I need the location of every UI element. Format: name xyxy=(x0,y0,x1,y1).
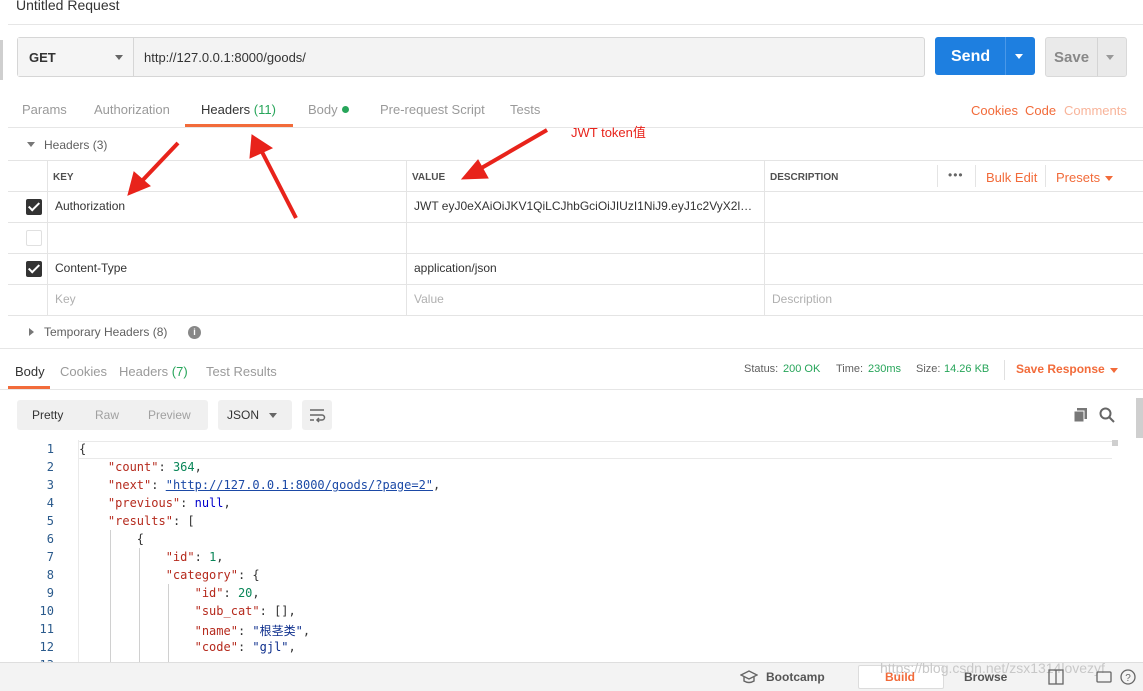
line-number: 10 xyxy=(39,604,54,618)
response-tab-test-results[interactable]: Test Results xyxy=(206,364,277,379)
wrap-lines-button[interactable] xyxy=(302,400,332,430)
save-response-button[interactable]: Save Response xyxy=(1016,362,1105,376)
json-string: "根茎类" xyxy=(252,624,303,638)
status-value[interactable]: 200 OK xyxy=(783,363,820,375)
annotation-arrow xyxy=(138,141,180,185)
annotation-arrowhead xyxy=(249,134,274,159)
json-key: "id" xyxy=(194,586,224,600)
response-tab-body[interactable]: Body xyxy=(15,364,45,379)
wrap-lines-icon xyxy=(310,409,326,423)
response-tab-headers-label: Headers xyxy=(119,364,169,379)
help-icon[interactable]: ? xyxy=(1120,669,1136,685)
line-number: 12 xyxy=(39,640,54,654)
code-line: "id": 20, xyxy=(194,586,260,600)
json-number: 1 xyxy=(209,550,217,564)
search-icon[interactable] xyxy=(1098,406,1116,424)
status-label: Status: xyxy=(744,363,779,375)
divider xyxy=(1004,360,1005,380)
json-url-link[interactable]: "http://127.0.0.1:8000/goods/?page=2" xyxy=(166,478,433,492)
size-label: Size: xyxy=(916,363,941,375)
view-mode-pretty[interactable]: Pretty xyxy=(32,408,63,422)
code-line: "results": [ xyxy=(107,514,195,528)
watermark: https://blog.csdn.net/zsx1314lovezyf xyxy=(880,660,1105,676)
json-key: "results" xyxy=(107,514,173,528)
annotation-arrow xyxy=(258,147,298,219)
view-mode-preview[interactable]: Preview xyxy=(148,408,191,422)
json-key: "previous" xyxy=(107,496,181,510)
time-label: Time: xyxy=(836,363,864,375)
code-line: { xyxy=(79,532,145,546)
annotation-arrow xyxy=(476,128,549,172)
annotation-arrowhead xyxy=(460,159,489,180)
json-key: "sub_cat" xyxy=(194,604,260,618)
response-body-viewer[interactable]: 1 2 3 4 5 6 7 8 9 10 11 12 13 { "count":… xyxy=(0,440,1112,662)
code-line: { xyxy=(79,442,87,456)
line-number: 6 xyxy=(46,532,54,546)
svg-text:?: ? xyxy=(1125,673,1131,684)
scrollbar[interactable] xyxy=(1136,398,1143,438)
json-key: "count" xyxy=(107,460,159,474)
json-key: "id" xyxy=(165,550,195,564)
line-number: 5 xyxy=(46,514,54,528)
response-tab-headers-count: (7) xyxy=(171,364,188,379)
copy-icon[interactable] xyxy=(1072,406,1090,424)
code-line: "category": { xyxy=(165,568,260,582)
size-value[interactable]: 14.26 KB xyxy=(944,363,989,375)
bootcamp-button[interactable]: Bootcamp xyxy=(766,670,825,684)
line-number: 9 xyxy=(46,586,54,600)
time-value[interactable]: 230ms xyxy=(868,363,901,375)
response-tab-cookies[interactable]: Cookies xyxy=(60,364,107,379)
layout-icon[interactable] xyxy=(1048,669,1064,685)
code-line: "count": 364, xyxy=(107,460,202,474)
scrollbar-corner[interactable] xyxy=(1112,440,1118,446)
json-key: "name" xyxy=(194,624,238,638)
code-line: "name": "根茎类", xyxy=(194,624,311,638)
code-line: "previous": null, xyxy=(107,496,231,510)
json-number: 364 xyxy=(172,460,195,474)
format-label: JSON xyxy=(227,408,260,422)
divider xyxy=(0,348,1143,349)
line-number: 2 xyxy=(46,460,54,474)
format-select[interactable]: JSON xyxy=(218,400,292,430)
line-number: 3 xyxy=(46,478,54,492)
line-number: 11 xyxy=(39,622,54,636)
code-line: "sub_cat": [], xyxy=(194,604,296,618)
json-null: null xyxy=(194,496,224,510)
line-number: 4 xyxy=(46,496,54,510)
save-response-chevron-icon xyxy=(1110,368,1118,373)
view-mode-raw[interactable]: Raw xyxy=(95,408,119,422)
line-number: 1 xyxy=(46,442,54,456)
code-line: "id": 1, xyxy=(165,550,224,564)
json-key: "code" xyxy=(194,640,238,654)
json-string: "gjl" xyxy=(252,640,289,654)
divider xyxy=(0,389,1143,390)
json-number: 20 xyxy=(237,586,253,600)
code-line: "next": "http://127.0.0.1:8000/goods/?pa… xyxy=(107,478,441,492)
response-tab-headers[interactable]: Headers (7) xyxy=(119,364,188,379)
json-key: "category" xyxy=(165,568,238,582)
json-key: "next" xyxy=(107,478,152,492)
code-line: "code": "gjl", xyxy=(194,640,296,654)
keyboard-icon[interactable] xyxy=(1096,669,1112,685)
bootcamp-icon[interactable] xyxy=(740,670,758,684)
view-mode-toggle: Pretty Raw Preview xyxy=(17,400,208,430)
line-number: 8 xyxy=(46,568,54,582)
chevron-down-icon xyxy=(269,413,277,418)
line-number: 7 xyxy=(46,550,54,564)
